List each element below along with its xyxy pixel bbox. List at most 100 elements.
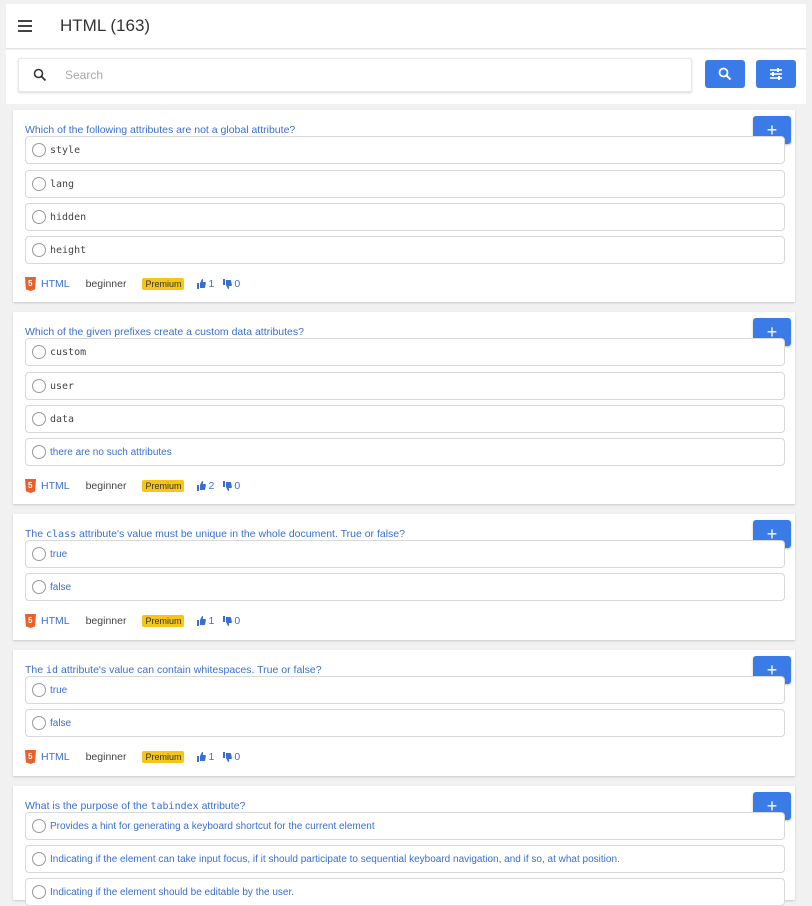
question-card: The id attribute's value can contain whi… xyxy=(13,650,795,776)
answer-option[interactable]: lang xyxy=(25,170,785,198)
radio-button[interactable] xyxy=(32,885,46,899)
question-card: Which of the following attributes are no… xyxy=(13,110,795,302)
radio-button[interactable] xyxy=(32,177,46,191)
search-icon xyxy=(718,67,732,81)
like-count: 1 xyxy=(208,278,215,290)
question-code: class xyxy=(46,529,77,540)
thumbs-down-icon xyxy=(223,616,233,626)
question-card: What is the purpose of the tabindex attr… xyxy=(13,786,795,906)
question-text: Which of the given prefixes create a cus… xyxy=(25,326,304,338)
like-count: 1 xyxy=(208,615,215,627)
premium-badge: Premium xyxy=(142,480,185,492)
option-label: height xyxy=(50,244,87,256)
option-label: false xyxy=(50,717,72,729)
option-label: lang xyxy=(50,178,75,190)
question-meta: HTML beginner Premium 1 0 xyxy=(25,275,248,293)
level-label: beginner xyxy=(85,615,127,627)
answer-option[interactable]: there are no such attributes xyxy=(25,438,785,466)
answer-option[interactable]: style xyxy=(25,136,785,164)
question-text-part: The xyxy=(25,528,47,540)
app-bar: HTML (163) xyxy=(6,4,806,49)
answer-option[interactable]: true xyxy=(25,540,785,568)
option-label: Indicating if the element should be edit… xyxy=(50,886,295,898)
tag-link[interactable]: HTML xyxy=(41,615,70,627)
radio-button[interactable] xyxy=(32,852,46,866)
answer-option[interactable]: data xyxy=(25,405,785,433)
question-meta: HTML beginner Premium 1 0 xyxy=(25,612,248,630)
dislike-button[interactable]: 0 xyxy=(222,751,240,763)
radio-button[interactable] xyxy=(32,683,46,697)
answer-option[interactable]: false xyxy=(25,709,785,737)
dislike-count: 0 xyxy=(234,278,241,290)
question-meta: HTML beginner Premium 1 0 xyxy=(25,748,248,766)
html5-icon xyxy=(25,479,36,493)
question-text: Which of the following attributes are no… xyxy=(25,124,296,136)
search-box[interactable] xyxy=(18,58,692,92)
radio-button[interactable] xyxy=(32,379,46,393)
like-button[interactable]: 1 xyxy=(196,615,214,627)
like-button[interactable]: 1 xyxy=(196,278,214,290)
tag-link[interactable]: HTML xyxy=(41,751,70,763)
search-button[interactable] xyxy=(705,60,745,88)
option-label: hidden xyxy=(50,211,87,223)
question-meta: HTML beginner Premium 2 0 xyxy=(25,477,248,495)
radio-button[interactable] xyxy=(32,210,46,224)
answer-option[interactable]: false xyxy=(25,573,785,601)
answer-option[interactable]: true xyxy=(25,676,785,704)
answer-option[interactable]: Indicating if the element can take input… xyxy=(25,845,785,873)
page-title: HTML (163) xyxy=(60,16,151,35)
radio-button[interactable] xyxy=(32,243,46,257)
answer-option[interactable]: user xyxy=(25,372,785,400)
filter-button[interactable] xyxy=(756,60,796,88)
question-text-part: What is the purpose of the xyxy=(25,800,151,812)
html5-icon xyxy=(25,277,36,291)
thumbs-up-icon xyxy=(197,481,207,491)
radio-button[interactable] xyxy=(32,445,46,459)
hamburger-icon[interactable] xyxy=(18,16,38,36)
answer-option[interactable]: height xyxy=(25,236,785,264)
question-text: The class attribute's value must be uniq… xyxy=(25,528,405,540)
html5-icon xyxy=(25,750,36,764)
question-text: What is the purpose of the tabindex attr… xyxy=(25,800,245,812)
like-button[interactable]: 1 xyxy=(196,751,214,763)
answer-option[interactable]: hidden xyxy=(25,203,785,231)
premium-badge: Premium xyxy=(142,278,185,290)
dislike-count: 0 xyxy=(234,751,241,763)
radio-button[interactable] xyxy=(32,819,46,833)
question-card: The class attribute's value must be uniq… xyxy=(13,514,795,640)
radio-button[interactable] xyxy=(32,412,46,426)
level-label: beginner xyxy=(85,751,127,763)
dislike-count: 0 xyxy=(234,480,241,492)
tag-link[interactable]: HTML xyxy=(41,480,70,492)
answer-option[interactable]: Indicating if the element should be edit… xyxy=(25,878,785,906)
dislike-button[interactable]: 0 xyxy=(222,615,240,627)
question-card: Which of the given prefixes create a cus… xyxy=(13,312,795,504)
answer-option[interactable]: Provides a hint for generating a keyboar… xyxy=(25,812,785,840)
option-label: style xyxy=(50,144,81,156)
question-text: The id attribute's value can contain whi… xyxy=(25,664,322,676)
radio-button[interactable] xyxy=(32,580,46,594)
option-label: user xyxy=(50,380,75,392)
search-input[interactable] xyxy=(63,67,667,83)
search-row xyxy=(6,50,806,104)
option-label: Indicating if the element can take input… xyxy=(50,853,620,865)
option-label: there are no such attributes xyxy=(50,446,172,458)
level-label: beginner xyxy=(85,480,127,492)
thumbs-up-icon xyxy=(197,279,207,289)
dislike-button[interactable]: 0 xyxy=(222,278,240,290)
radio-button[interactable] xyxy=(32,143,46,157)
radio-button[interactable] xyxy=(32,345,46,359)
option-label: false xyxy=(50,581,72,593)
question-text-part: The xyxy=(25,664,47,676)
radio-button[interactable] xyxy=(32,716,46,730)
dislike-button[interactable]: 0 xyxy=(222,480,240,492)
answer-option[interactable]: custom xyxy=(25,338,785,366)
option-label: Provides a hint for generating a keyboar… xyxy=(50,820,375,832)
thumbs-down-icon xyxy=(223,481,233,491)
like-button[interactable]: 2 xyxy=(196,480,214,492)
sliders-icon xyxy=(770,68,782,80)
option-label: true xyxy=(50,684,68,696)
radio-button[interactable] xyxy=(32,547,46,561)
option-label: data xyxy=(50,413,75,425)
tag-link[interactable]: HTML xyxy=(41,278,70,290)
